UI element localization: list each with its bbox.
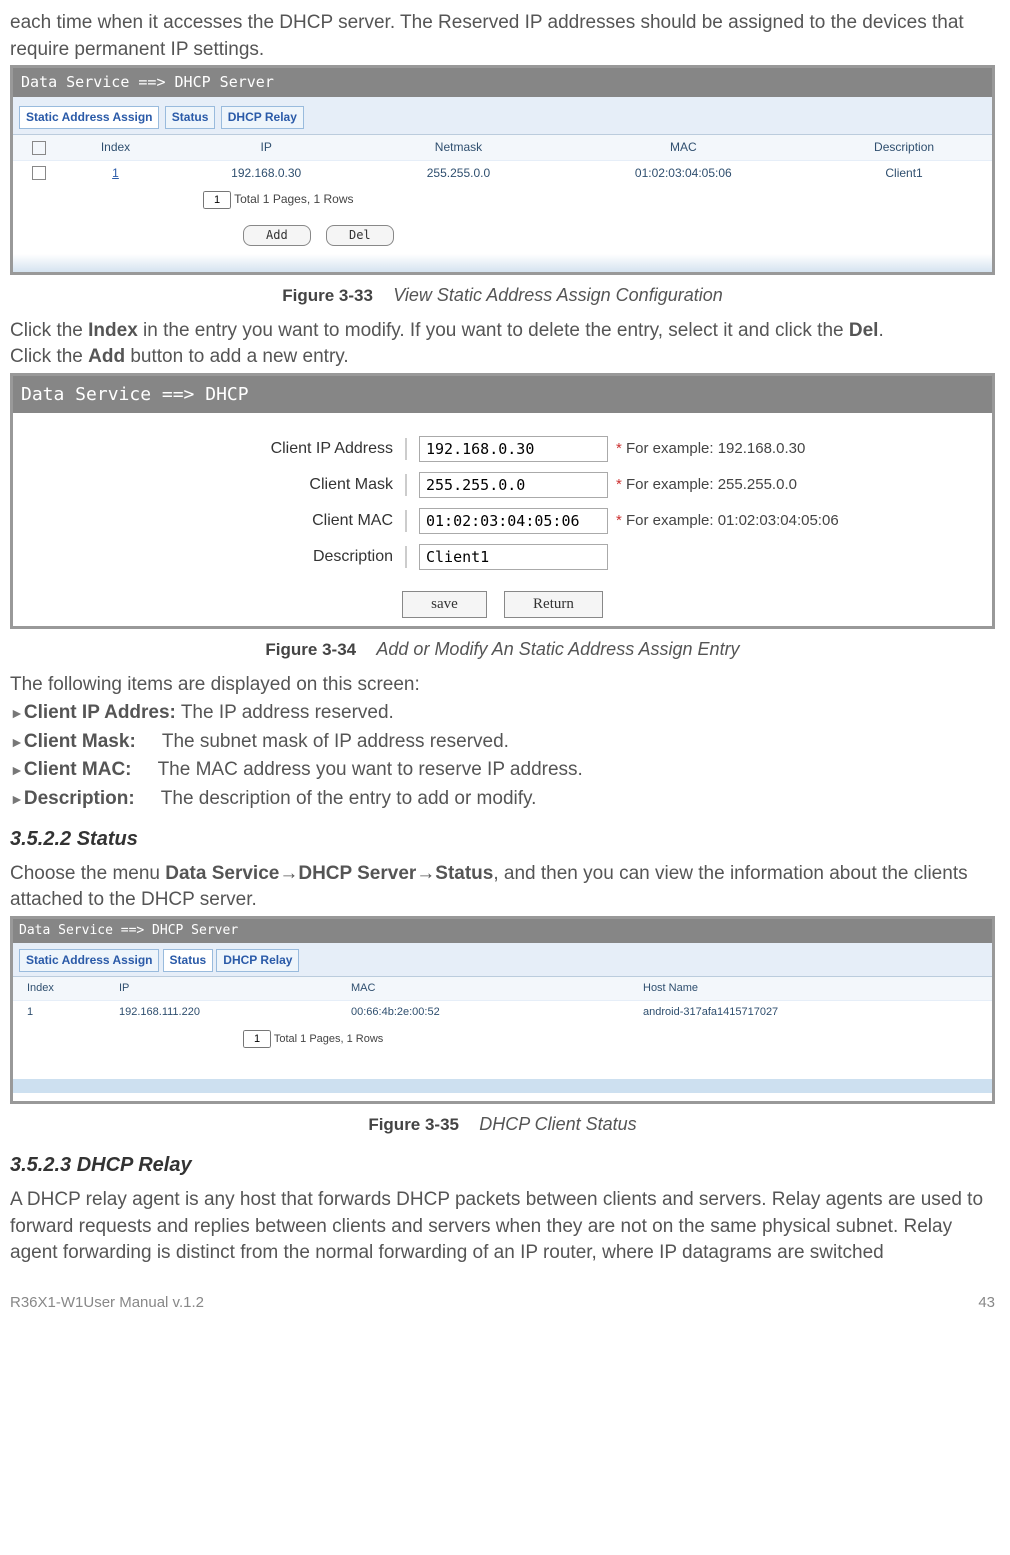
heading-status: 3.5.2.2 Status xyxy=(10,825,995,853)
relay-paragraph: A DHCP relay agent is any host that forw… xyxy=(10,1187,995,1267)
heading-dhcp-relay: 3.5.2.3 DHCP Relay xyxy=(10,1151,995,1179)
paragraph-modify: Click the Index in the entry you want to… xyxy=(10,318,995,345)
pager: Total 1 Pages, 1 Rows xyxy=(13,185,992,215)
input-client-ip[interactable] xyxy=(419,436,608,462)
def-client-ip: ►Client IP Addres: The IP address reserv… xyxy=(10,700,995,727)
intro-paragraph: each time when it accesses the DHCP serv… xyxy=(10,10,995,63)
col-ip: IP xyxy=(166,135,366,160)
status-paragraph: Choose the menu Data Service→DHCP Server… xyxy=(10,861,995,914)
items-intro: The following items are displayed on thi… xyxy=(10,672,995,699)
col-mac: MAC xyxy=(345,977,637,1001)
form-row-client-mask: Client Mask * For example: 255.255.0.0 xyxy=(13,467,992,503)
row-ip: 192.168.0.30 xyxy=(166,160,366,185)
divider-icon xyxy=(405,438,407,460)
form-row-description: Description xyxy=(13,539,992,575)
hint-client-ip: * For example: 192.168.0.30 xyxy=(616,438,805,459)
tab-dhcp-relay[interactable]: DHCP Relay xyxy=(221,106,304,129)
figure-3-33-caption: Figure 3-33 View Static Address Assign C… xyxy=(10,283,995,310)
def-client-mac: ►Client MAC: The MAC address you want to… xyxy=(10,757,995,784)
table-row: 1 192.168.0.30 255.255.0.0 01:02:03:04:0… xyxy=(13,160,992,185)
pager-text: Total 1 Pages, 1 Rows xyxy=(274,1033,383,1045)
def-description: ►Description: The description of the ent… xyxy=(10,786,995,813)
page-number-input[interactable] xyxy=(243,1030,271,1048)
tab-dhcp-relay[interactable]: DHCP Relay xyxy=(216,949,299,972)
row-hostname: android-317afa1415717027 xyxy=(637,1001,992,1025)
pager: Total 1 Pages, 1 Rows xyxy=(13,1024,992,1054)
paragraph-add: Click the Add button to add a new entry. xyxy=(10,344,995,371)
divider-icon xyxy=(405,510,407,532)
row-checkbox[interactable] xyxy=(32,166,46,180)
panel-title: Data Service ==> DHCP Server xyxy=(13,68,992,97)
col-hostname: Host Name xyxy=(637,977,992,1001)
panel-footer-bar xyxy=(13,1079,992,1093)
del-button[interactable]: Del xyxy=(326,225,394,246)
panel-title: Data Service ==> DHCP xyxy=(13,376,992,413)
figure-3-34-screenshot: Data Service ==> DHCP Client IP Address … xyxy=(10,373,995,629)
page-number-input[interactable] xyxy=(203,191,231,209)
input-client-mac[interactable] xyxy=(419,508,608,534)
divider-icon xyxy=(405,474,407,496)
tab-bar: Static Address Assign Status DHCP Relay xyxy=(13,97,992,135)
page-footer: R36X1-W1User Manual v.1.2 43 xyxy=(10,1292,995,1313)
col-index: Index xyxy=(65,135,166,160)
label-client-ip: Client IP Address xyxy=(13,438,405,460)
row-index-link[interactable]: 1 xyxy=(112,166,119,180)
label-client-mask: Client Mask xyxy=(13,474,405,496)
col-netmask: Netmask xyxy=(366,135,550,160)
row-index: 1 xyxy=(13,1001,113,1025)
def-client-mask: ►Client Mask: The subnet mask of IP addr… xyxy=(10,729,995,756)
figure-3-33-screenshot: Data Service ==> DHCP Server Static Addr… xyxy=(10,65,995,275)
col-ip: IP xyxy=(113,977,345,1001)
form-row-client-ip: Client IP Address * For example: 192.168… xyxy=(13,431,992,467)
panel-footer-gradient xyxy=(13,254,992,272)
status-table: Index IP MAC Host Name 1 192.168.111.220… xyxy=(13,977,992,1025)
footer-manual-title: R36X1-W1User Manual v.1.2 xyxy=(10,1292,204,1313)
select-all-checkbox[interactable] xyxy=(32,141,46,155)
figure-3-34-caption: Figure 3-34 Add or Modify An Static Addr… xyxy=(10,637,995,664)
col-mac: MAC xyxy=(551,135,817,160)
col-index: Index xyxy=(13,977,113,1001)
tab-status[interactable]: Status xyxy=(165,106,216,129)
row-mac: 01:02:03:04:05:06 xyxy=(551,160,817,185)
row-ip: 192.168.111.220 xyxy=(113,1001,345,1025)
form-row-client-mac: Client MAC * For example: 01:02:03:04:05… xyxy=(13,503,992,539)
tab-status[interactable]: Status xyxy=(163,949,214,972)
tab-static-address-assign[interactable]: Static Address Assign xyxy=(19,949,159,972)
table-row: 1 192.168.111.220 00:66:4b:2e:00:52 andr… xyxy=(13,1001,992,1025)
save-button[interactable]: save xyxy=(402,591,487,618)
col-description: Description xyxy=(816,135,992,160)
hint-client-mac: * For example: 01:02:03:04:05:06 xyxy=(616,510,839,531)
hint-client-mask: * For example: 255.255.0.0 xyxy=(616,474,797,495)
pager-text: Total 1 Pages, 1 Rows xyxy=(234,192,353,206)
input-description[interactable] xyxy=(419,544,608,570)
footer-page-number: 43 xyxy=(978,1292,995,1313)
row-desc: Client1 xyxy=(816,160,992,185)
figure-3-35-screenshot: Data Service ==> DHCP Server Static Addr… xyxy=(10,916,995,1105)
return-button[interactable]: Return xyxy=(504,591,603,618)
row-mac: 00:66:4b:2e:00:52 xyxy=(345,1001,637,1025)
tab-bar: Static Address Assign Status DHCP Relay xyxy=(13,943,992,977)
add-button[interactable]: Add xyxy=(243,225,311,246)
row-netmask: 255.255.0.0 xyxy=(366,160,550,185)
figure-3-35-caption: Figure 3-35 DHCP Client Status xyxy=(10,1112,995,1139)
input-client-mask[interactable] xyxy=(419,472,608,498)
divider-icon xyxy=(405,546,407,568)
label-description: Description xyxy=(13,546,405,568)
static-address-table: Index IP Netmask MAC Description 1 192.1… xyxy=(13,135,992,186)
tab-static-address-assign[interactable]: Static Address Assign xyxy=(19,106,159,129)
panel-title: Data Service ==> DHCP Server xyxy=(13,919,992,943)
label-client-mac: Client MAC xyxy=(13,510,405,532)
